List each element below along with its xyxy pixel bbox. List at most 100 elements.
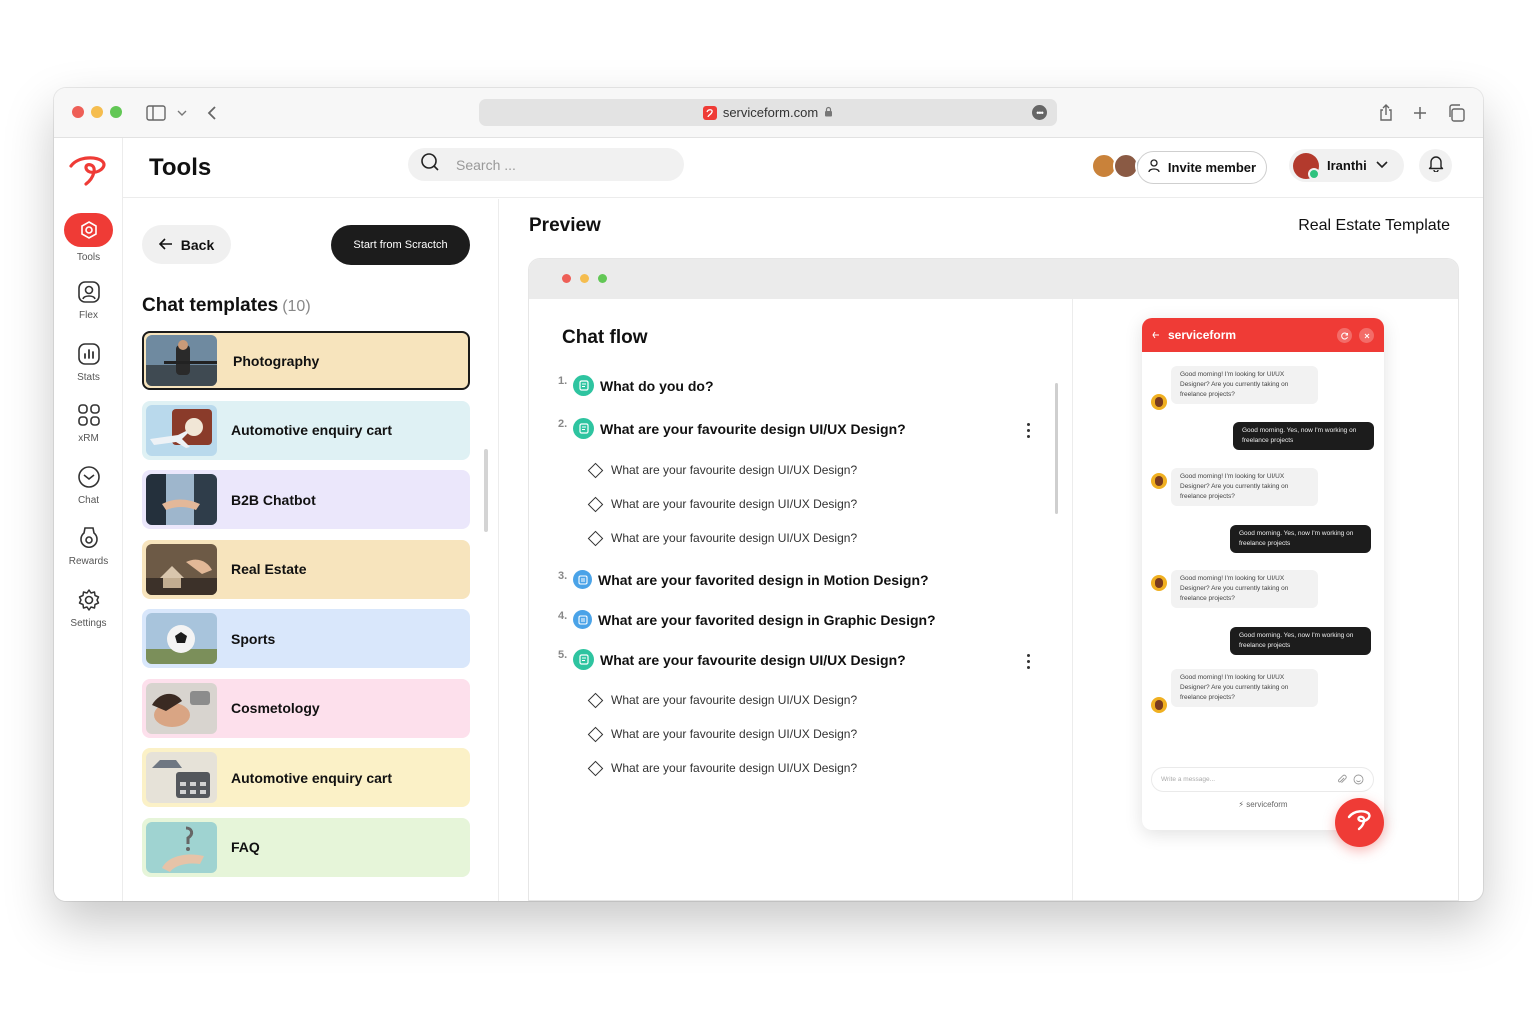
message-placeholder: Write a message... — [1161, 776, 1216, 783]
arrow-left-icon[interactable] — [1152, 328, 1160, 342]
close-icon[interactable] — [1359, 328, 1374, 343]
option-item[interactable]: What are your favourite design UI/UX Des… — [587, 462, 857, 478]
sidebar-toggle-icon[interactable] — [144, 101, 168, 125]
preview-dot-green — [598, 274, 607, 283]
option-item[interactable]: What are your favourite design UI/UX Des… — [587, 496, 858, 512]
refresh-icon[interactable] — [1337, 328, 1352, 343]
template-label: Automotive enquiry cart — [231, 422, 393, 438]
template-label: Real Estate — [231, 561, 307, 577]
rail-item-settings[interactable]: Settings — [54, 587, 123, 629]
option-item[interactable]: What are your favourite design UI/UX Des… — [587, 760, 858, 776]
invite-member-button[interactable]: Invite member — [1137, 151, 1267, 184]
template-label: FAQ — [231, 839, 260, 855]
avatar — [1151, 575, 1167, 591]
preview-dot-red — [562, 274, 571, 283]
notifications-button[interactable] — [1419, 149, 1452, 182]
widget-header: serviceform — [1142, 318, 1384, 352]
more-options-icon[interactable] — [1027, 654, 1031, 669]
widget-footer-brand: serviceform — [1246, 800, 1288, 809]
template-item-photography[interactable]: Photography — [142, 331, 470, 390]
incoming-message: Good morning! I'm looking for UI/UX Desi… — [1171, 366, 1318, 404]
option-text: What are your favourite design UI/UX Des… — [611, 497, 858, 511]
option-item[interactable]: What are your favourite design UI/UX Des… — [587, 692, 858, 708]
option-item[interactable]: What are your favourite design UI/UX Des… — [587, 530, 858, 546]
avatar — [1293, 152, 1320, 180]
incoming-message: Good morning! I'm looking for UI/UX Desi… — [1171, 669, 1318, 707]
left-rail: Tools Flex Stats xRM Chat Rewards Settin… — [54, 138, 123, 901]
diamond-icon — [587, 462, 604, 478]
question-item[interactable]: 3. What are your favorited design in Mot… — [558, 570, 929, 589]
list-icon — [573, 610, 592, 629]
template-item-b2b-chatbot[interactable]: B2B Chatbot — [142, 470, 470, 529]
option-text: What are your favourite design UI/UX Des… — [611, 531, 858, 545]
template-item-automotive-2[interactable]: Automotive enquiry cart — [142, 748, 470, 807]
rail-item-flex[interactable]: Flex — [54, 279, 123, 321]
new-tab-icon[interactable] — [1408, 101, 1432, 125]
back-arrow-icon[interactable] — [200, 101, 224, 125]
back-button[interactable]: Back — [142, 225, 231, 264]
more-icon[interactable]: ••• — [1032, 105, 1047, 120]
url-bar[interactable]: serviceform.com ••• — [479, 99, 1057, 126]
rail-item-xrm[interactable]: xRM — [54, 402, 123, 444]
question-number: 3. — [558, 570, 568, 582]
rail-label: Flex — [79, 310, 98, 321]
question-item[interactable]: 4. What are your favorited design in Gra… — [558, 610, 936, 629]
preview-dot-yellow — [580, 274, 589, 283]
tabs-overview-icon[interactable] — [1444, 101, 1468, 125]
option-text: What are your favourite design UI/UX Des… — [611, 693, 858, 707]
chat-widget: serviceform Good morning! I'm looking fo… — [1142, 318, 1384, 830]
invite-member-label: Invite member — [1167, 160, 1257, 175]
close-window-button[interactable] — [72, 106, 84, 118]
chat-flow-scrollbar[interactable] — [1055, 383, 1058, 514]
app-header: Tools +3 Invite member Iranthi — [123, 138, 1483, 198]
maximize-window-button[interactable] — [110, 106, 122, 118]
minimize-window-button[interactable] — [91, 106, 103, 118]
chat-flow-panel: Chat flow 1. What do you do? 2. What are… — [529, 299, 1073, 900]
template-item-real-estate[interactable]: Real Estate — [142, 539, 470, 599]
rail-item-rewards[interactable]: Rewards — [54, 525, 123, 567]
start-from-scratch-button[interactable]: Start from Scractch — [331, 225, 470, 265]
diamond-icon — [587, 726, 604, 742]
template-name: Real Estate Template — [1298, 217, 1450, 234]
serviceform-logo-icon[interactable] — [68, 154, 110, 191]
option-text: What are your favourite design UI/UX Des… — [611, 761, 858, 775]
emoji-icon[interactable] — [1353, 774, 1364, 787]
more-options-icon[interactable] — [1027, 423, 1031, 438]
template-item-cosmetology[interactable]: Cosmetology — [142, 678, 470, 738]
template-item-faq[interactable]: FAQ — [142, 817, 470, 877]
flex-icon — [76, 279, 102, 305]
question-number: 2. — [558, 418, 568, 430]
diamond-icon — [587, 496, 604, 512]
avatar — [1151, 473, 1167, 489]
option-item[interactable]: What are your favourite design UI/UX Des… — [587, 726, 857, 742]
rail-item-stats[interactable]: Stats — [54, 341, 123, 383]
search-box[interactable] — [408, 148, 684, 181]
search-input[interactable] — [456, 156, 656, 173]
question-item[interactable]: 2. What are your favourite design UI/UX … — [558, 418, 906, 439]
rail-label: Tools — [76, 252, 101, 263]
url-text: serviceform.com — [722, 105, 819, 120]
chat-icon — [76, 464, 102, 490]
question-number: 5. — [558, 649, 568, 661]
rail-label: Settings — [70, 618, 107, 629]
message-input[interactable]: Write a message... — [1151, 767, 1374, 792]
question-item[interactable]: 5. What are your favourite design UI/UX … — [558, 649, 906, 670]
template-item-automotive[interactable]: Automotive enquiry cart — [142, 400, 470, 460]
chevron-down-icon[interactable] — [170, 101, 194, 125]
question-text: What are your favourite design UI/UX Des… — [600, 420, 906, 437]
user-menu[interactable]: Iranthi — [1289, 149, 1404, 182]
share-icon[interactable] — [1374, 101, 1398, 125]
question-text: What are your favorited design in Motion… — [598, 571, 929, 588]
template-list-scrollbar[interactable] — [484, 449, 488, 532]
document-icon — [573, 649, 594, 670]
chat-flow-title: Chat flow — [562, 327, 648, 348]
question-number: 4. — [558, 610, 568, 622]
rail-item-tools[interactable]: Tools — [54, 213, 123, 263]
template-item-sports[interactable]: Sports — [142, 609, 470, 668]
site-favicon — [702, 105, 717, 120]
chat-launcher-button[interactable] — [1335, 798, 1384, 847]
question-item[interactable]: 1. What do you do? — [558, 375, 714, 396]
rail-item-chat[interactable]: Chat — [54, 464, 123, 506]
user-plus-icon — [1148, 159, 1162, 176]
paperclip-icon[interactable] — [1337, 774, 1347, 787]
